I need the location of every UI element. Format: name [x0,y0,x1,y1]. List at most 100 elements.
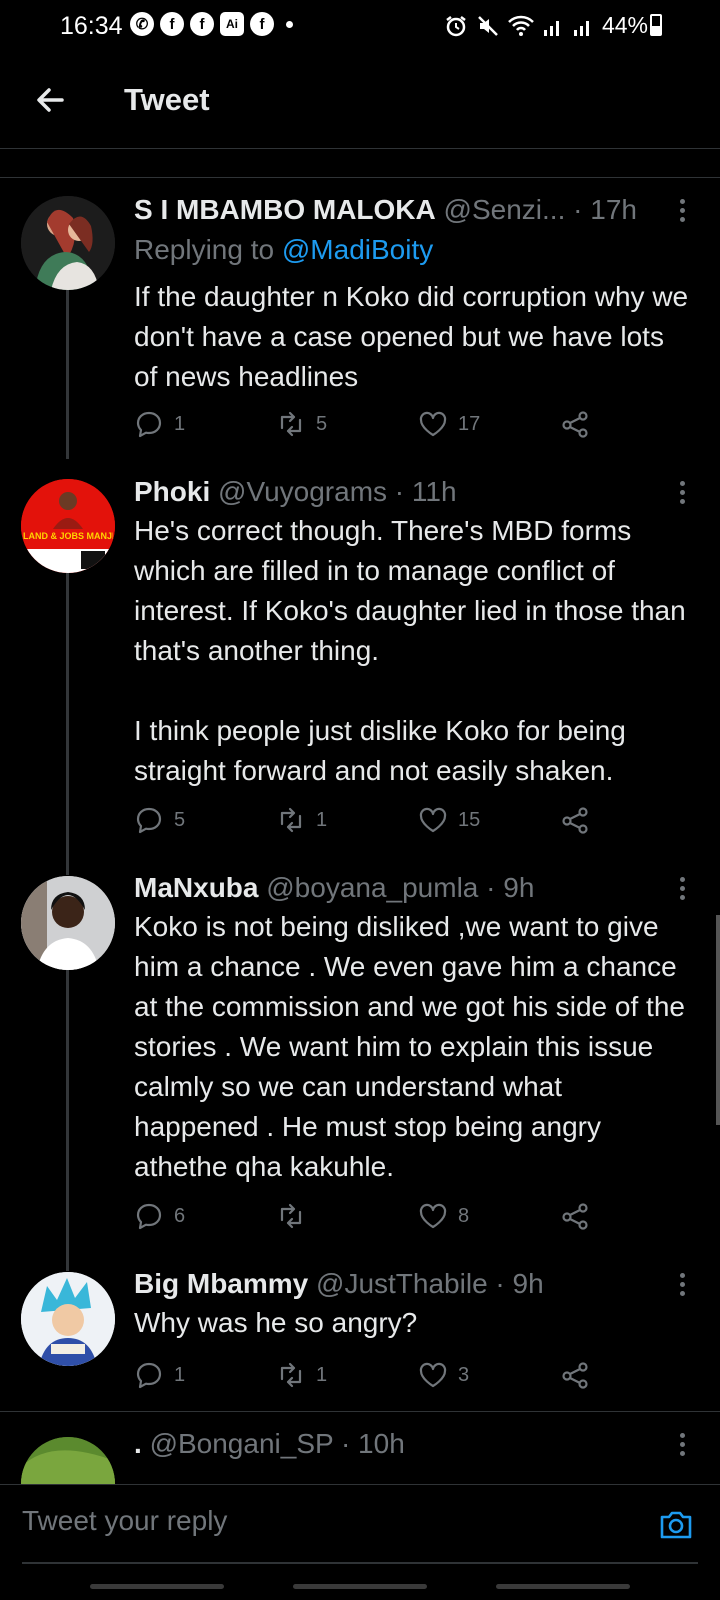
reply-input[interactable]: Tweet your reply [22,1505,227,1537]
notification-icons: ✆ f f Ai f [130,12,293,36]
handle[interactable]: @Vuyograms [218,476,387,507]
nav-home-button[interactable] [293,1584,427,1589]
more-options-icon[interactable] [678,877,686,903]
tweet-actions: 1 5 17 [134,409,604,443]
divider [0,177,720,178]
retweet-button[interactable]: 1 [276,805,327,835]
display-name[interactable]: S I MBAMBO MALOKA [134,194,436,225]
signal-icon [573,20,589,36]
retweet-button[interactable] [276,1201,316,1231]
avatar[interactable] [21,196,115,290]
handle[interactable]: @JustThabile [316,1268,488,1299]
tweet-header: . @Bongani_SP · 10h [134,1427,670,1461]
more-options-icon[interactable] [678,1433,686,1459]
retweet-icon [280,411,302,437]
system-icons: 44% [444,12,648,39]
reply-button[interactable]: 5 [134,805,185,835]
back-arrow-icon[interactable] [28,78,72,122]
reply-icon [136,1362,162,1389]
reply-composer: Tweet your reply [0,1484,720,1565]
share-button[interactable] [560,805,590,835]
wifi-icon [508,15,534,36]
avatar-image [21,196,115,290]
avatar-image [21,479,115,573]
more-options-icon[interactable] [678,1273,686,1299]
display-name[interactable]: . [134,1428,142,1459]
mention-link[interactable]: @MadiBoity [282,234,433,265]
divider [0,1411,720,1412]
like-button[interactable]: 17 [418,409,480,439]
reply-count: 1 [174,412,186,435]
reply-button[interactable]: 6 [134,1201,185,1231]
display-name[interactable]: MaNxuba [134,872,258,903]
system-navigation-bar [0,1566,720,1600]
battery-level [652,26,660,34]
tweet-text: Koko is not being disliked ,we want to g… [134,911,685,1182]
signal-icon [543,20,559,36]
timestamp: · 11h [394,476,457,507]
handle[interactable]: @Senzi... [444,194,566,225]
avatar[interactable] [21,876,115,970]
thread-line [66,969,69,1271]
timestamp: · 9h [486,872,535,903]
page-title: Tweet [124,82,210,117]
camera-icon[interactable] [658,1507,694,1543]
share-button[interactable] [560,1360,590,1390]
reply-icon [136,411,162,438]
reply-button[interactable]: 1 [134,1360,185,1390]
timestamp: · 9h [495,1268,544,1299]
share-icon [562,1362,588,1389]
share-button[interactable] [560,409,590,439]
avatar-image [21,876,115,970]
tweet-text: He's correct though. There's MBD forms w… [134,515,686,786]
whatsapp-icon: ✆ [130,12,154,36]
reply-count: 5 [174,808,186,831]
reply-icon [136,807,162,834]
display-name[interactable]: Phoki [134,476,210,507]
avatar[interactable] [21,1437,115,1484]
like-count: 3 [458,1363,470,1386]
facebook-icon: f [160,12,184,36]
retweet-button[interactable]: 1 [276,1360,327,1390]
retweet-count: 1 [316,1363,328,1386]
like-button[interactable]: 8 [418,1201,469,1231]
tweet-text: If the daughter n Koko did corruption wh… [134,281,689,392]
tweet-actions: 5 1 15 [134,805,604,839]
avatar[interactable] [21,1272,115,1366]
timestamp: · 17h [573,194,637,225]
status-time: 16:34 [60,12,123,40]
more-options-icon[interactable] [678,481,686,507]
reply-count: 6 [174,1204,186,1227]
share-button[interactable] [560,1201,590,1231]
handle[interactable]: @boyana_pumla [266,872,478,903]
more-options-icon[interactable] [678,199,686,225]
previous-tweet-actions [0,149,720,159]
retweet-button[interactable]: 5 [276,409,327,439]
facebook-icon: f [250,12,274,36]
heart-icon [419,411,447,437]
like-count: 17 [458,412,481,435]
nav-recents-button[interactable] [90,1584,224,1589]
nav-back-button[interactable] [496,1584,630,1589]
tweet-text: Why was he so angry? [134,1307,418,1338]
reply-button[interactable]: 1 [134,409,185,439]
share-icon [562,807,588,834]
ai-icon: Ai [220,12,244,36]
replying-to: Replying to @MadiBoity [134,233,433,267]
like-button[interactable]: 3 [418,1360,469,1390]
avatar[interactable]: LAND & JOBS MANJE! [21,479,115,573]
tweet-header: MaNxuba @boyana_pumla · 9h [134,871,670,905]
retweet-icon [280,807,302,833]
replying-label: Replying to [134,234,275,265]
like-count: 15 [458,808,481,831]
mute-icon [478,15,498,36]
scrollbar-thumb[interactable] [716,915,720,1125]
battery-percent: 44% [601,12,648,38]
like-button[interactable]: 15 [418,805,480,835]
heart-icon [419,807,447,833]
display-name[interactable]: Big Mbammy [134,1268,308,1299]
share-icon [562,411,588,438]
tweet-header: Phoki @Vuyograms · 11h [134,475,670,509]
handle[interactable]: @Bongani_SP [150,1428,334,1459]
reply-thread[interactable]: S I MBAMBO MALOKA @Senzi... · 17h Replyi… [0,149,720,1484]
